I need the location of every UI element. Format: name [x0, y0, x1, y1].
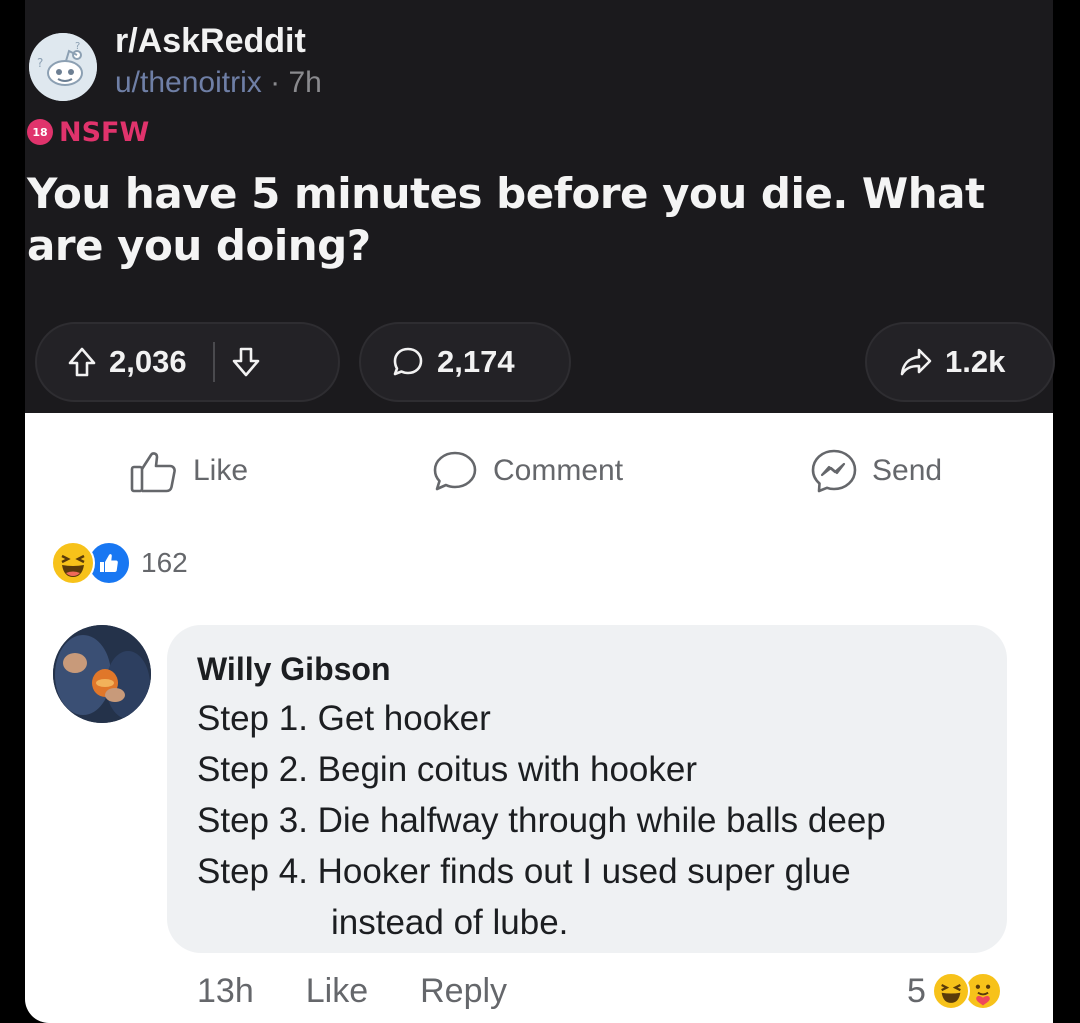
post-author[interactable]: u/thenoitrix: [115, 66, 262, 99]
haha-reaction-icon: [51, 541, 95, 585]
subreddit-avatar[interactable]: ? ?: [29, 33, 97, 101]
vote-bar: 2,036: [35, 322, 340, 402]
commenter-avatar[interactable]: [53, 625, 151, 723]
reddit-post-card: ? ? r/AskReddit u/thenoitrix · 7h 18 NSF…: [25, 0, 1055, 413]
thumbs-up-small-icon: [100, 554, 118, 572]
comment-author[interactable]: Willy Gibson: [197, 645, 1007, 693]
downvote-icon[interactable]: [231, 346, 261, 378]
comment-bubble[interactable]: Willy Gibson Step 1. Get hooker Step 2. …: [167, 625, 1007, 953]
haha-reaction-icon: [931, 972, 970, 1010]
like-label: Like: [193, 454, 249, 487]
upvote-icon[interactable]: [67, 346, 97, 378]
comments-button[interactable]: 2,174: [359, 322, 571, 402]
nsfw-badge-icon: 18: [27, 119, 53, 145]
comment-line: Step 2. Begin coitus with hooker: [197, 750, 698, 789]
svg-text:?: ?: [75, 41, 80, 52]
send-label: Send: [872, 454, 943, 487]
subreddit-name[interactable]: r/AskReddit: [115, 22, 306, 61]
reaction-count: 162: [141, 547, 188, 578]
meta-separator: ·: [270, 66, 281, 99]
vote-divider: [212, 342, 215, 382]
reaction-summary[interactable]: 162: [51, 541, 188, 585]
hugging-face-icon: [975, 984, 991, 1006]
like-button[interactable]: Like: [129, 449, 248, 493]
laughing-face-icon: [941, 984, 961, 1003]
reddit-alien-icon: ? ?: [29, 33, 97, 101]
comment-like-link[interactable]: Like: [306, 972, 368, 1011]
comment-reply-link[interactable]: Reply: [420, 972, 507, 1011]
messenger-icon: [811, 449, 857, 493]
send-button[interactable]: Send: [810, 449, 942, 493]
comment-reaction-count: 5: [907, 971, 926, 1010]
post-age: 7h: [288, 66, 322, 99]
share-count: 1.2k: [945, 344, 1006, 379]
comment-line: instead of lube.: [331, 903, 569, 942]
upvote-count: 2,036: [109, 344, 187, 379]
share-arrow-icon: [900, 348, 932, 376]
thumbs-up-icon: [130, 452, 176, 493]
comment-icon: [433, 451, 477, 491]
comment-count: 2,174: [437, 344, 515, 379]
comment-line: Step 1. Get hooker: [197, 699, 491, 738]
comment-label: Comment: [493, 454, 624, 487]
profile-photo-icon: [53, 625, 151, 723]
post-meta: u/thenoitrix · 7h: [115, 66, 322, 100]
nsfw-label: NSFW: [59, 116, 150, 148]
comment-button[interactable]: Comment: [431, 449, 623, 493]
facebook-post-panel: Like Comment Send 162 Willy Gibson Step …: [25, 413, 1053, 1023]
comment-line: Step 4. Hooker finds out I used super gl…: [197, 852, 851, 891]
share-button[interactable]: 1.2k: [865, 322, 1055, 402]
comment-bubble-icon: [393, 347, 423, 376]
comment-footer: 13h Like Reply: [197, 969, 559, 1013]
comment-line: Step 3. Die halfway through while balls …: [197, 801, 886, 840]
post-title[interactable]: You have 5 minutes before you die. What …: [27, 168, 1051, 272]
laughing-face-icon: [61, 554, 85, 577]
nsfw-tag: 18 NSFW: [27, 115, 149, 149]
comment-reactions[interactable]: 5: [907, 969, 1002, 1013]
comment-time: 13h: [197, 971, 254, 1010]
svg-text:?: ?: [37, 56, 43, 70]
